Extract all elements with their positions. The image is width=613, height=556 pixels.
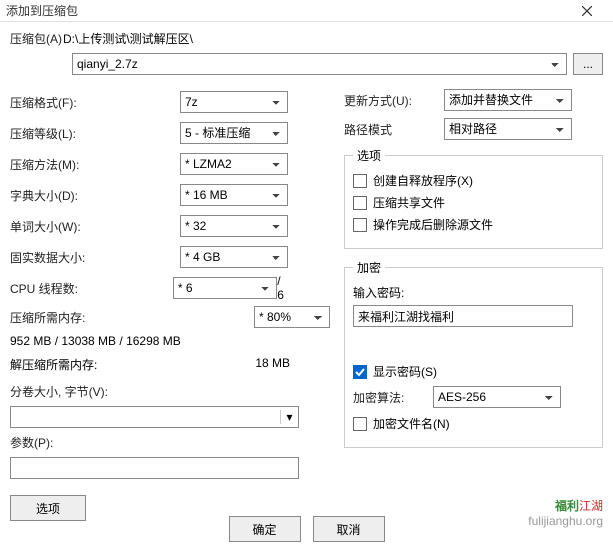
window-title: 添加到压缩包 [6, 2, 78, 19]
archive-path: D:\上传测试\测试解压区\ [63, 30, 603, 47]
dict-label: 字典大小(D): [10, 187, 180, 204]
enc-method-select[interactable]: AES-256 [433, 386, 561, 408]
solid-label: 固实数据大小: [10, 249, 180, 266]
update-select[interactable]: 添加并替换文件 [444, 89, 572, 111]
method-select[interactable]: * LZMA2 [180, 153, 288, 175]
update-label: 更新方式(U): [344, 92, 444, 109]
close-button[interactable] [567, 0, 607, 22]
compmem-percent-select[interactable]: * 80% [254, 306, 330, 328]
encrypt-names-checkbox[interactable]: 加密文件名(N) [353, 415, 594, 432]
word-select[interactable]: * 32 [180, 215, 288, 237]
encryption-fieldset: 加密 输入密码: 显示密码(S) 加密算法:AES-256 加密文件名(N) [344, 259, 603, 448]
pathmode-label: 路径模式 [344, 121, 444, 138]
dict-select[interactable]: * 16 MB [180, 184, 288, 206]
decompmem-label: 解压缩所需内存: [10, 356, 97, 373]
password-input[interactable] [353, 305, 573, 327]
volume-select[interactable]: ▾ [10, 406, 299, 428]
encryption-legend: 加密 [353, 259, 385, 276]
enc-method-label: 加密算法: [353, 389, 433, 406]
param-label: 参数(P): [10, 434, 53, 451]
browse-button[interactable]: ... [573, 53, 603, 75]
sfx-checkbox[interactable]: 创建自释放程序(X) [353, 172, 594, 189]
archive-label: 压缩包(A) [10, 30, 62, 47]
archive-name-select[interactable]: qianyi_2.7z [72, 53, 567, 75]
decompmem-value: 18 MB [255, 356, 290, 373]
method-label: 压缩方法(M): [10, 156, 180, 173]
show-password-checkbox[interactable]: 显示密码(S) [353, 363, 594, 380]
shared-checkbox[interactable]: 压缩共享文件 [353, 194, 594, 211]
compmem-detail: 952 MB / 13038 MB / 16298 MB [10, 334, 330, 348]
cpu-max: / 6 [277, 274, 290, 302]
format-label: 压缩格式(F): [10, 94, 180, 111]
delete-after-checkbox[interactable]: 操作完成后删除源文件 [353, 216, 594, 233]
solid-select[interactable]: * 4 GB [180, 246, 288, 268]
pathmode-select[interactable]: 相对路径 [444, 118, 572, 140]
cancel-button[interactable]: 取消 [313, 516, 385, 542]
ok-button[interactable]: 确定 [229, 516, 301, 542]
level-select[interactable]: 5 - 标准压缩 [180, 122, 288, 144]
password-label: 输入密码: [353, 284, 594, 301]
options-legend: 选项 [353, 147, 385, 164]
cpu-label: CPU 线程数: [10, 280, 173, 297]
param-input[interactable] [10, 457, 299, 479]
volume-label: 分卷大小, 字节(V): [10, 383, 140, 400]
volume-input[interactable] [11, 407, 280, 427]
compmem-label: 压缩所需内存: [10, 309, 85, 326]
cpu-select[interactable]: * 6 [173, 277, 277, 299]
options-fieldset: 选项 创建自释放程序(X) 压缩共享文件 操作完成后删除源文件 [344, 147, 603, 249]
word-label: 单词大小(W): [10, 218, 180, 235]
format-select[interactable]: 7z [180, 91, 288, 113]
level-label: 压缩等级(L): [10, 125, 180, 142]
chevron-down-icon[interactable]: ▾ [280, 410, 298, 424]
